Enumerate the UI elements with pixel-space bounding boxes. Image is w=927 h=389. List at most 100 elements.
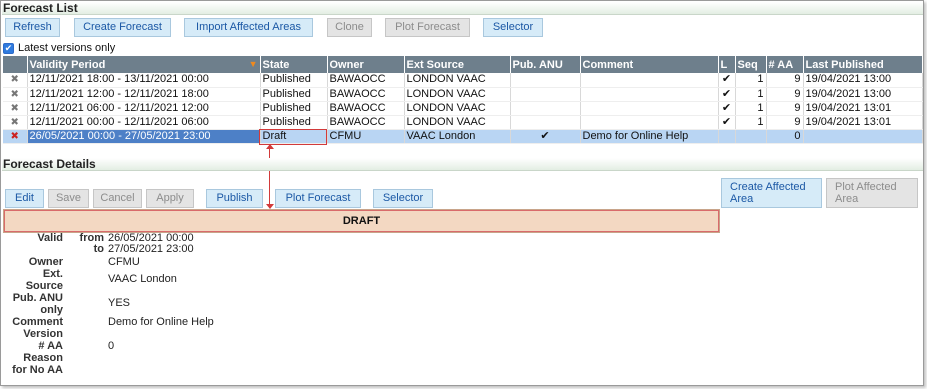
aa-value: 0	[108, 340, 115, 352]
col-aa[interactable]: # AA	[766, 56, 804, 73]
cell-comment	[580, 115, 719, 130]
refresh-button[interactable]: Refresh	[5, 18, 60, 37]
delete-icon-cell[interactable]: ✖	[3, 129, 28, 144]
cell-seq: 1	[735, 101, 767, 116]
ext-source-label-2: Source	[25, 280, 63, 292]
cell-state: Published	[260, 101, 328, 116]
cell-pub-anu	[510, 101, 581, 116]
cell-aa: 9	[766, 87, 804, 102]
save-button[interactable]: Save	[48, 189, 89, 208]
cell-last-published	[803, 129, 923, 144]
delete-icon[interactable]: ✖	[11, 130, 19, 143]
arrow-up-icon	[266, 144, 274, 149]
cell-owner: BAWAOCC	[327, 73, 405, 88]
cell-pub-anu	[510, 73, 581, 88]
col-pub-anu[interactable]: Pub. ANU	[510, 56, 581, 73]
cell-comment	[580, 73, 719, 88]
plot-affected-area-button[interactable]: Plot Affected Area	[826, 178, 918, 208]
valid-label: Valid	[37, 232, 63, 244]
selector-details-button[interactable]: Selector	[373, 189, 433, 208]
cell-last-published: 19/04/2021 13:00	[803, 87, 923, 102]
publish-button[interactable]: Publish	[206, 189, 263, 208]
cancel-button-label: Cancel	[100, 192, 135, 204]
cell-state: Published	[260, 115, 328, 130]
cell-ext-source: LONDON VAAC	[404, 87, 511, 102]
col-last-published[interactable]: Last Published	[803, 56, 923, 73]
cell-owner: BAWAOCC	[327, 87, 405, 102]
apply-button[interactable]: Apply	[146, 189, 194, 208]
owner-label: Owner	[28, 256, 63, 268]
plot-forecast-button[interactable]: Plot Forecast	[385, 18, 470, 37]
delete-icon-cell[interactable]: ✖	[3, 101, 28, 116]
plot-forecast-details-button[interactable]: Plot Forecast	[275, 189, 361, 208]
highlight-connector-line	[269, 144, 270, 208]
version-label: Version	[23, 328, 63, 340]
state-highlight-box	[259, 129, 327, 145]
import-affected-areas-button[interactable]: Import Affected Areas	[184, 18, 313, 37]
forecast-window: Forecast List Refresh Create Forecast Im…	[0, 0, 924, 386]
table-row[interactable]: ✖ 12/11/2021 18:00 - 13/11/2021 00:00 Pu…	[3, 73, 923, 88]
table-row[interactable]: ✖ 12/11/2021 12:00 - 12/11/2021 18:00 Pu…	[3, 87, 923, 102]
cell-last-published: 19/04/2021 13:01	[803, 101, 923, 116]
latest-versions-toggle[interactable]: ✔ Latest versions only	[3, 41, 115, 55]
clone-button[interactable]: Clone	[327, 18, 372, 37]
table-row[interactable]: ✖ 12/11/2021 06:00 - 12/11/2021 12:00 Pu…	[3, 101, 923, 116]
plot-forecast-details-button-label: Plot Forecast	[285, 192, 351, 204]
forecast-list-title: Forecast List	[2, 2, 923, 15]
cell-l: ✔	[718, 101, 736, 116]
cell-seq: 1	[735, 115, 767, 130]
delete-icon-cell[interactable]: ✖	[3, 115, 28, 130]
cell-seq: 1	[735, 87, 767, 102]
col-validity-period[interactable]: Validity Period ▼	[27, 56, 261, 73]
arrow-down-icon	[266, 204, 274, 209]
edit-button[interactable]: Edit	[5, 189, 44, 208]
pub-anu-label-2: only	[40, 304, 63, 316]
col-ext-source[interactable]: Ext Source	[404, 56, 511, 73]
col-owner[interactable]: Owner	[327, 56, 405, 73]
delete-icon[interactable]: ✖	[11, 116, 19, 129]
state-banner: DRAFT	[3, 209, 720, 233]
cell-period: 26/05/2021 00:00 - 27/05/2021 23:00	[27, 129, 261, 144]
cell-owner: BAWAOCC	[327, 115, 405, 130]
latest-versions-checkbox[interactable]: ✔	[3, 42, 14, 54]
delete-icon[interactable]: ✖	[11, 73, 19, 86]
cell-ext-source: LONDON VAAC	[404, 73, 511, 88]
cell-l: ✔	[718, 115, 736, 130]
cancel-button[interactable]: Cancel	[93, 189, 142, 208]
col-seq[interactable]: Seq	[735, 56, 767, 73]
col-validity-period-label: Validity Period	[29, 58, 106, 71]
cell-period: 12/11/2021 00:00 - 12/11/2021 06:00	[27, 115, 261, 130]
delete-icon[interactable]: ✖	[11, 102, 19, 115]
to-label: to	[93, 243, 104, 255]
delete-icon-cell[interactable]: ✖	[3, 73, 28, 88]
cell-seq: 1	[735, 73, 767, 88]
cell-aa: 9	[766, 73, 804, 88]
selector-button[interactable]: Selector	[483, 18, 543, 37]
table-row-selected[interactable]: ✖ 26/05/2021 00:00 - 27/05/2021 23:00 Dr…	[3, 129, 923, 144]
cell-period: 12/11/2021 18:00 - 13/11/2021 00:00	[27, 73, 261, 88]
cell-pub-anu	[510, 115, 581, 130]
col-state[interactable]: State	[260, 56, 328, 73]
reason-label-1: Reason	[23, 352, 63, 364]
selector-button-label: Selector	[492, 21, 534, 33]
plot-forecast-button-label: Plot Forecast	[395, 21, 460, 33]
cell-ext-source: VAAC London	[404, 129, 511, 144]
create-forecast-button-label: Create Forecast	[83, 21, 162, 33]
cell-last-published: 19/04/2021 13:00	[803, 73, 923, 88]
delete-icon-cell[interactable]: ✖	[3, 87, 28, 102]
forecast-details-title: Forecast Details	[2, 158, 923, 171]
create-affected-area-button[interactable]: Create Affected Area	[721, 178, 822, 208]
latest-versions-label: Latest versions only	[18, 42, 116, 54]
plot-affected-area-line2: Area	[835, 193, 859, 205]
edit-button-label: Edit	[15, 192, 34, 204]
cell-l: ✔	[718, 87, 736, 102]
col-l[interactable]: L	[718, 56, 736, 73]
cell-owner: CFMU	[327, 129, 405, 144]
pub-anu-label-1: Pub. ANU	[12, 292, 63, 304]
table-row[interactable]: ✖ 12/11/2021 00:00 - 12/11/2021 06:00 Pu…	[3, 115, 923, 130]
create-forecast-button[interactable]: Create Forecast	[74, 18, 171, 37]
comment-label: Comment	[12, 316, 63, 328]
col-comment[interactable]: Comment	[580, 56, 719, 73]
cell-comment	[580, 87, 719, 102]
delete-icon[interactable]: ✖	[11, 88, 19, 101]
